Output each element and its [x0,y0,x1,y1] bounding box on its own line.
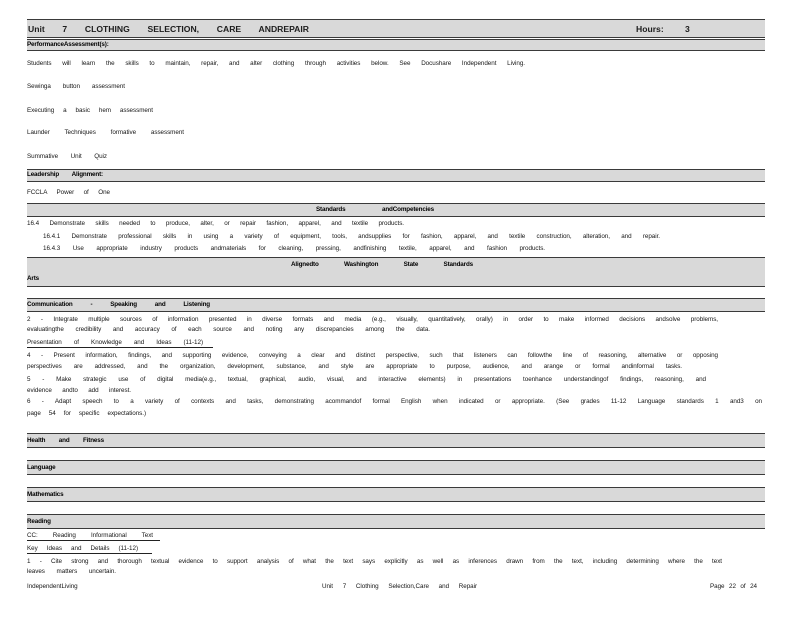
health-fitness-band [27,433,765,448]
language-band [27,460,765,475]
leadership-alignment-item: FCCLA Power of One [27,189,110,196]
performance-assessment-item: Students will learn the skills to mainta… [27,60,525,67]
competency-item: 16.4 Demonstrate skills needed to produc… [27,220,404,227]
strand-heading: Presentation of Knowledge and Ideas (11-… [27,339,203,346]
document-page: Unit 7 CLOTHING SELECTION, CARE ANDREPAI… [0,0,800,618]
subject-heading-arts: Arts [27,275,39,282]
leadership-alignment-band [27,169,765,182]
footer-unit: Unit 7 Clothing Selection,Care and Repai… [322,583,477,590]
hours-value: 3 [685,24,690,34]
standard-line: evidence andto add interest. [27,387,131,394]
standard-line: perspectives are addressed, and the orga… [27,363,682,370]
reading-domain-heading: CC: Reading Informational Text [27,532,153,539]
standard-line: 5 - Make strategic use of digital media(… [27,376,706,383]
standards-competencies-heading: Standards andCompetencies [316,206,434,213]
reading-domain-underline [27,540,160,541]
mathematics-band [27,487,765,502]
subject-heading-reading: Reading [27,518,51,525]
footer-course: IndependentLiving [27,583,78,590]
standard-line: evaluatingthe credibility and accuracy o… [27,326,430,333]
standard-line: page 54 for specific expectations.) [27,410,146,417]
reading-band [27,514,765,529]
performance-assessment-item: Summative Unit Quiz [27,153,107,160]
subject-heading-communication: Communication - Speaking and Listening [27,301,210,308]
aligned-standards-heading: Alignedto Washington State Standards [291,261,473,268]
strand-underline [27,553,152,554]
performance-assessment-item: Executing a basic hem assessment [27,107,153,114]
subject-heading-mathematics: Mathematics [27,491,64,498]
hours-label: Hours: [636,24,664,34]
performance-assessment-item: Sewinga button assessment [27,83,125,90]
strand-underline [27,347,213,348]
subject-heading-language: Language [27,464,56,471]
performance-assessment-band [27,39,765,51]
standard-line: 1 - Cite strong and thorough textual evi… [27,558,722,565]
standard-line: leaves matters uncertain. [27,568,116,575]
standard-line: 4 - Present information, findings, and s… [27,352,718,359]
performance-assessment-item: Launder Techniques formative assessment [27,129,184,136]
standard-line: 6 - Adapt speech to a variety of context… [27,398,762,405]
competency-item: 16.4.3 Use appropriate industry products… [43,245,545,252]
footer-page-number: Page 22 of 24 [710,583,757,590]
performance-assessment-heading: PerformanceAssessment(s): [27,41,109,48]
subject-heading-health: Health and Fitness [27,437,104,444]
leadership-alignment-heading: Leadership Alignment: [27,171,103,178]
strand-heading: Key Ideas and Details (11-12) [27,545,138,552]
standard-line: 2 - Integrate multiple sources of inform… [27,316,718,323]
unit-title: Unit 7 CLOTHING SELECTION, CARE ANDREPAI… [28,24,309,34]
competency-item: 16.4.1 Demonstrate professional skills i… [43,233,660,240]
